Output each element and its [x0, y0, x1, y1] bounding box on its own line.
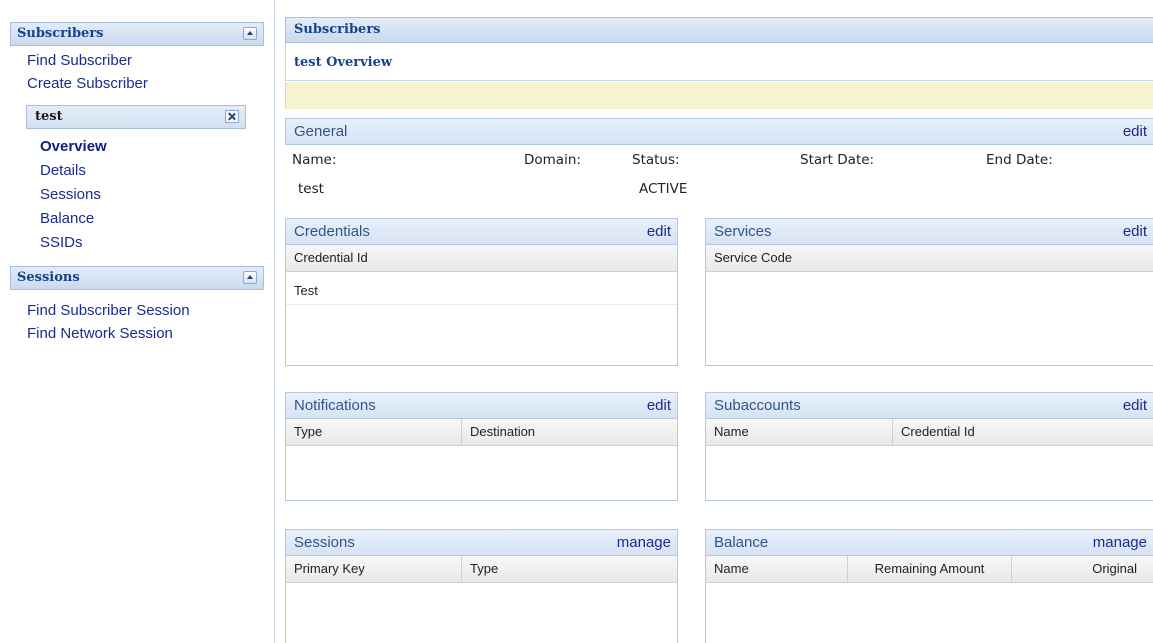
message-bar [285, 82, 1153, 109]
sessions-section-header: Sessions manage [285, 529, 678, 556]
find-subscriber-link[interactable]: Find Subscriber [27, 52, 132, 69]
services-section-header: Services edit [705, 218, 1153, 245]
notifications-edit-link[interactable]: edit [647, 393, 671, 419]
close-icon[interactable] [225, 110, 239, 123]
balance-table: Name Remaining Amount Original [705, 556, 1153, 643]
balance-table-header: Name Remaining Amount Original [706, 556, 1153, 583]
sessions-panel-title: Sessions [17, 270, 80, 285]
name-label: Name: [292, 152, 337, 168]
row-divider [286, 304, 677, 305]
page-title: test Overview [285, 43, 1153, 81]
subaccounts-title: Subaccounts [714, 397, 801, 414]
current-subscriber-name: test [35, 109, 63, 124]
column-header-name[interactable]: Name [706, 556, 848, 583]
subscribers-panel-header: Subscribers [10, 22, 264, 46]
status-value: ACTIVE [639, 181, 688, 197]
column-header-type[interactable]: Type [462, 556, 677, 583]
subscriber-nav-ssids[interactable]: SSIDs [40, 234, 83, 251]
column-header-destination[interactable]: Destination [462, 419, 677, 446]
column-header-service-code[interactable]: Service Code [706, 245, 1153, 272]
general-title: General [294, 123, 348, 140]
start-date-label: Start Date: [800, 152, 875, 168]
subscriber-nav-overview[interactable]: Overview [40, 138, 107, 155]
column-header-primary-key[interactable]: Primary Key [286, 556, 462, 583]
sessions-manage-link[interactable]: manage [617, 530, 671, 556]
create-subscriber-link[interactable]: Create Subscriber [27, 75, 148, 92]
balance-title: Balance [714, 534, 769, 551]
credentials-table: Credential Id Test [285, 245, 678, 366]
notifications-table: Type Destination [285, 419, 678, 501]
find-subscriber-session-link[interactable]: Find Subscriber Session [27, 302, 190, 319]
credential-id-cell: Test [294, 283, 318, 298]
notifications-section-header: Notifications edit [285, 392, 678, 419]
sessions-panel-header: Sessions [10, 266, 264, 290]
column-header-credential-id[interactable]: Credential Id [286, 245, 677, 272]
column-header-remaining-amount[interactable]: Remaining Amount [848, 556, 1012, 583]
sidebar-divider [274, 0, 275, 643]
general-section-header: General edit [285, 118, 1153, 145]
column-header-name[interactable]: Name [706, 419, 893, 446]
subaccounts-table-header: Name Credential Id [706, 419, 1153, 446]
sessions-table-header: Primary Key Type [286, 556, 677, 583]
current-subscriber-header: test [26, 105, 246, 129]
subaccounts-section-header: Subaccounts edit [705, 392, 1153, 419]
services-table-header: Service Code [706, 245, 1153, 272]
domain-label: Domain: [524, 152, 581, 168]
sidebar: Subscribers Find Subscriber Create Subsc… [0, 0, 272, 643]
status-label: Status: [632, 152, 680, 168]
subscriber-nav-balance[interactable]: Balance [40, 210, 94, 227]
credentials-title: Credentials [294, 223, 370, 240]
collapse-up-icon[interactable] [243, 27, 257, 40]
services-table: Service Code [705, 245, 1153, 366]
find-network-session-link[interactable]: Find Network Session [27, 325, 173, 342]
credentials-section-header: Credentials edit [285, 218, 678, 245]
services-edit-link[interactable]: edit [1123, 219, 1147, 245]
main-header-title: Subscribers [294, 22, 381, 37]
subscriber-nav-details[interactable]: Details [40, 162, 86, 179]
subscriber-nav-sessions[interactable]: Sessions [40, 186, 101, 203]
end-date-label: End Date: [986, 152, 1053, 168]
balance-section-header: Balance manage [705, 529, 1153, 556]
balance-manage-link[interactable]: manage [1093, 530, 1147, 556]
collapse-up-icon[interactable] [243, 271, 257, 284]
notifications-table-header: Type Destination [286, 419, 677, 446]
credentials-table-header: Credential Id [286, 245, 677, 272]
column-header-type[interactable]: Type [286, 419, 462, 446]
name-value: test [298, 181, 324, 197]
column-header-original[interactable]: Original [1012, 556, 1153, 583]
subaccounts-table: Name Credential Id [705, 419, 1153, 501]
services-title: Services [714, 223, 772, 240]
subaccounts-edit-link[interactable]: edit [1123, 393, 1147, 419]
subscribers-panel-title: Subscribers [17, 26, 104, 41]
column-header-credential-id[interactable]: Credential Id [893, 419, 1153, 446]
credentials-edit-link[interactable]: edit [647, 219, 671, 245]
general-edit-link[interactable]: edit [1123, 119, 1147, 145]
sessions-table: Primary Key Type [285, 556, 678, 643]
main-header: Subscribers [285, 17, 1153, 43]
notifications-title: Notifications [294, 397, 376, 414]
sessions-title: Sessions [294, 534, 355, 551]
